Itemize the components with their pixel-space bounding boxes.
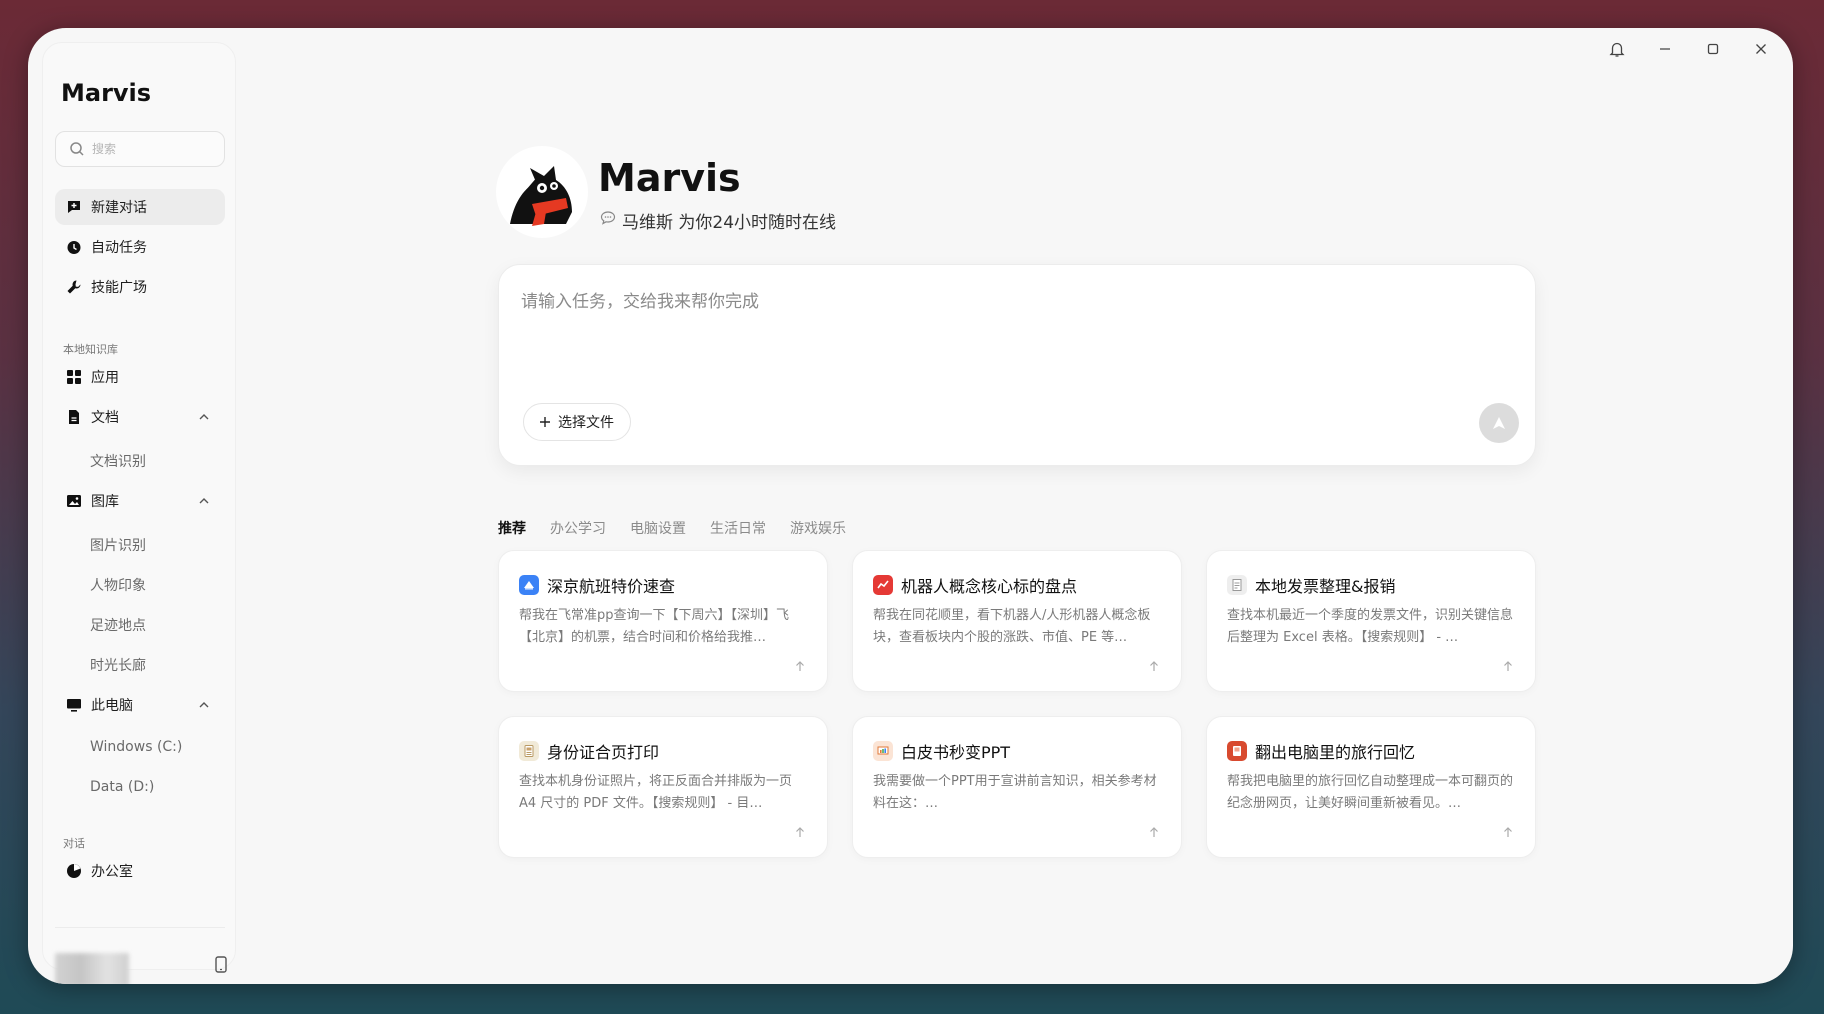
card-title: 翻出电脑里的旅行回忆 xyxy=(1255,743,1416,762)
brand-title: Marvis xyxy=(598,156,741,200)
section-knowledge-label: 本地知识库 xyxy=(63,343,118,356)
suggestion-card-id-card[interactable]: 身份证合页打印 查找本机身份证照片，将正反面合并排版为一页 A4 尺寸的 PDF… xyxy=(498,716,828,858)
card-title: 深京航班特价速查 xyxy=(547,577,676,596)
tab-daily-life[interactable]: 生活日常 xyxy=(710,518,766,538)
nav-gallery-timeline[interactable]: 时光长廊 xyxy=(90,655,146,675)
arrow-up-icon[interactable] xyxy=(1147,825,1161,839)
nav-gallery[interactable]: 图库 xyxy=(55,483,225,519)
phone-icon[interactable] xyxy=(213,955,229,975)
wrench-icon xyxy=(65,278,83,296)
chevron-up-icon[interactable] xyxy=(197,410,211,424)
nav-this-pc-label: 此电脑 xyxy=(91,698,133,714)
nav-gallery-people[interactable]: 人物印象 xyxy=(90,575,146,595)
pie-icon xyxy=(65,862,83,880)
minimize-icon[interactable] xyxy=(1654,38,1676,60)
send-arrow-icon xyxy=(1493,417,1505,429)
tagline: 马维斯 为你24小时随时在线 xyxy=(600,208,836,233)
task-input[interactable] xyxy=(521,287,1501,367)
nav-auto-tasks-label: 自动任务 xyxy=(91,240,147,256)
nav-gallery-image-recognition[interactable]: 图片识别 xyxy=(90,535,146,555)
clock-icon xyxy=(65,238,83,256)
user-avatar[interactable] xyxy=(55,953,129,984)
arrow-up-icon[interactable] xyxy=(793,825,807,839)
tab-office-study[interactable]: 办公学习 xyxy=(550,518,606,538)
arrow-up-icon[interactable] xyxy=(793,659,807,673)
card-description: 帮我在飞常准pp查询一下【下周六】【深圳】飞【北京】的机票，结合时间和价格给我推… xyxy=(519,608,790,645)
nav-docs-recognition[interactable]: 文档识别 xyxy=(90,451,146,471)
document-icon xyxy=(65,408,83,426)
new-chat-icon xyxy=(65,198,83,216)
nav-apps[interactable]: 应用 xyxy=(55,359,225,395)
suggestion-card-invoice[interactable]: 本地发票整理&报销 查找本机最近一个季度的发票文件，识别关键信息后整理为 Exc… xyxy=(1206,550,1536,692)
nav-new-chat-label: 新建对话 xyxy=(91,200,147,216)
album-icon xyxy=(1227,741,1247,761)
suggestion-card-robot-stocks[interactable]: 机器人概念核心标的盘点 帮我在同花顺里，看下机器人/人形机器人概念板块，查看板块… xyxy=(852,550,1182,692)
card-title: 本地发票整理&报销 xyxy=(1255,577,1396,596)
nav-auto-tasks[interactable]: 自动任务 xyxy=(55,229,225,265)
image-icon xyxy=(65,492,83,510)
card-description: 帮我把电脑里的旅行回忆自动整理成一本可翻页的纪念册网页，让美好瞬间重新被看见。… xyxy=(1227,774,1514,811)
nav-skills[interactable]: 技能广场 xyxy=(55,269,225,305)
nav-apps-label: 应用 xyxy=(91,370,119,386)
send-button[interactable] xyxy=(1479,403,1519,443)
search-input[interactable] xyxy=(92,142,212,156)
nav-drive-c[interactable]: Windows (C:) xyxy=(90,739,182,755)
tagline-text: 马维斯 为你24小时随时在线 xyxy=(622,213,837,233)
card-title: 机器人概念核心标的盘点 xyxy=(901,577,1078,596)
ppt-icon xyxy=(873,741,893,761)
card-description: 查找本机身份证照片，将正反面合并排版为一页 A4 尺寸的 PDF 文件。【搜索规… xyxy=(519,774,793,811)
invoice-icon xyxy=(1227,575,1247,595)
arrow-up-icon[interactable] xyxy=(1501,659,1515,673)
chevron-up-icon[interactable] xyxy=(197,494,211,508)
suggestion-card-ppt[interactable]: 白皮书秒变PPT 我需要做一个PPT用于宣讲前言知识，相关参考材料在这：… xyxy=(852,716,1182,858)
nav-this-pc[interactable]: 此电脑 xyxy=(55,687,225,723)
sidebar: Marvis 新建对话 自动任务 技能广场 本地知识库 xyxy=(42,42,236,984)
nav-skills-label: 技能广场 xyxy=(91,280,147,296)
nav-drive-d[interactable]: Data (D:) xyxy=(90,779,154,795)
marvis-logo xyxy=(496,146,588,238)
nav-new-chat[interactable]: 新建对话 xyxy=(55,189,225,225)
stock-icon xyxy=(873,575,893,595)
arrow-up-icon[interactable] xyxy=(1147,659,1161,673)
suggestion-card-flight[interactable]: 深京航班特价速查 帮我在飞常准pp查询一下【下周六】【深圳】飞【北京】的机票，结… xyxy=(498,550,828,692)
nav-chat-office[interactable]: 办公室 xyxy=(55,853,225,889)
notification-bell-icon[interactable] xyxy=(1606,38,1628,60)
category-tabs: 推荐 办公学习 电脑设置 生活日常 游戏娱乐 xyxy=(498,518,846,538)
nav-docs-label: 文档 xyxy=(91,410,119,426)
chat-bubble-icon xyxy=(600,210,616,231)
chevron-up-icon[interactable] xyxy=(197,698,211,712)
arrow-up-icon[interactable] xyxy=(1501,825,1515,839)
nav-gallery-places[interactable]: 足迹地点 xyxy=(90,615,146,635)
tab-pc-settings[interactable]: 电脑设置 xyxy=(630,518,686,538)
tab-games-entertainment[interactable]: 游戏娱乐 xyxy=(790,518,846,538)
card-description: 帮我在同花顺里，看下机器人/人形机器人概念板块，查看板块内个股的涨跌、市值、PE… xyxy=(873,608,1151,645)
card-title: 白皮书秒变PPT xyxy=(901,743,1011,762)
suggestion-card-travel-album[interactable]: 翻出电脑里的旅行回忆 帮我把电脑里的旅行回忆自动整理成一本可翻页的纪念册网页，让… xyxy=(1206,716,1536,858)
close-icon[interactable] xyxy=(1750,38,1772,60)
select-file-button[interactable]: 选择文件 xyxy=(523,403,631,441)
nav-gallery-label: 图库 xyxy=(91,494,119,510)
card-description: 查找本机最近一个季度的发票文件，识别关键信息后整理为 Excel 表格。【搜索规… xyxy=(1227,608,1514,645)
monitor-icon xyxy=(65,696,83,714)
tab-recommended[interactable]: 推荐 xyxy=(498,518,526,538)
card-title: 身份证合页打印 xyxy=(547,743,660,762)
id-card-icon xyxy=(519,741,539,761)
grid-icon xyxy=(65,368,83,386)
task-composer: 选择文件 xyxy=(498,264,1536,466)
app-window: Marvis 新建对话 自动任务 技能广场 本地知识库 xyxy=(28,28,1793,984)
divider xyxy=(55,927,225,928)
maximize-icon[interactable] xyxy=(1702,38,1724,60)
plane-icon xyxy=(519,575,539,595)
search-icon xyxy=(68,140,86,158)
app-title: Marvis xyxy=(61,79,152,107)
select-file-label: 选择文件 xyxy=(558,415,614,431)
plus-icon xyxy=(540,417,550,427)
nav-chat-office-label: 办公室 xyxy=(91,864,133,880)
nav-docs[interactable]: 文档 xyxy=(55,399,225,435)
search-box[interactable] xyxy=(55,131,225,167)
card-description: 我需要做一个PPT用于宣讲前言知识，相关参考材料在这：… xyxy=(873,774,1157,811)
section-chats-label: 对话 xyxy=(63,837,85,850)
